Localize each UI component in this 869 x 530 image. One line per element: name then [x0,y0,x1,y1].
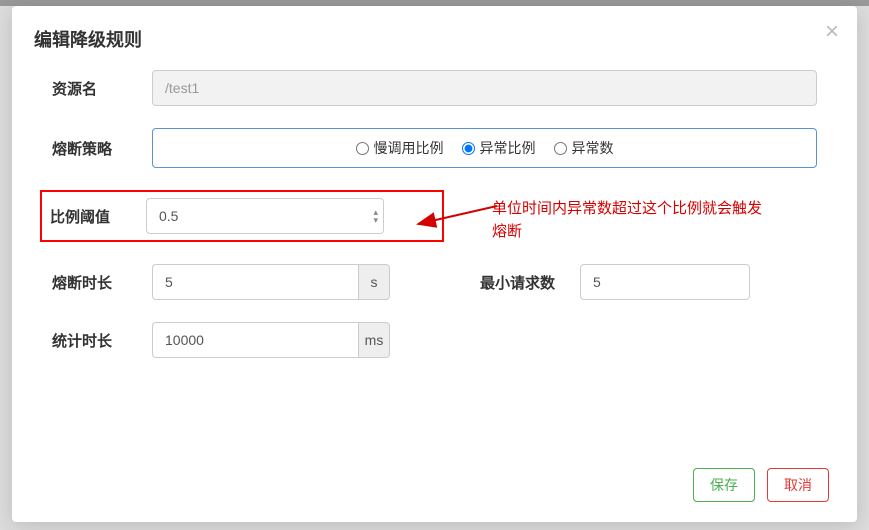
radio-ratio[interactable]: 异常比例 [462,138,536,158]
modal-title: 编辑降级规则 [34,26,835,52]
annotation-arrow [412,200,502,230]
row-strategy: 熔断策略 慢调用比例 异常比例 异常数 [52,128,817,168]
modal-footer: 保存 取消 [12,452,857,522]
resource-input[interactable] [152,70,817,106]
radio-slow-label: 慢调用比例 [374,138,444,158]
radio-count-label: 异常数 [572,138,614,158]
modal-header: 编辑降级规则 × [12,6,857,70]
stat-unit: ms [358,322,390,358]
threshold-label: 比例阈值 [50,206,146,227]
radio-slow-input[interactable] [356,142,369,155]
radio-count[interactable]: 异常数 [554,138,614,158]
row-threshold-highlight: 比例阈值 ▴▾ [40,190,444,242]
threshold-input[interactable] [146,198,384,234]
radio-count-input[interactable] [554,142,567,155]
radio-ratio-input[interactable] [462,142,475,155]
save-button[interactable]: 保存 [693,468,755,502]
strategy-label: 熔断策略 [52,138,152,159]
radio-ratio-label: 异常比例 [480,138,536,158]
row-resource: 资源名 [52,70,817,106]
row-duration-minreq: 熔断时长 s 最小请求数 [52,264,817,300]
edit-rule-modal: 编辑降级规则 × 资源名 熔断策略 慢调用比例 [12,6,857,522]
duration-input[interactable] [152,264,358,300]
modal-body: 资源名 熔断策略 慢调用比例 异常比例 [12,70,857,452]
duration-unit: s [358,264,390,300]
minreq-input[interactable] [580,264,750,300]
annotation-text: 单位时间内异常数超过这个比例就会触发熔断 [492,198,772,243]
stat-input[interactable] [152,322,358,358]
stat-label: 统计时长 [52,330,152,351]
minreq-label: 最小请求数 [480,272,580,293]
cancel-button[interactable]: 取消 [767,468,829,502]
close-icon[interactable]: × [825,20,839,44]
radio-slow[interactable]: 慢调用比例 [356,138,444,158]
spinner-icon[interactable]: ▴▾ [373,208,378,224]
strategy-radio-group: 慢调用比例 异常比例 异常数 [152,128,817,168]
row-stat: 统计时长 ms [52,322,817,358]
resource-label: 资源名 [52,78,152,99]
duration-label: 熔断时长 [52,272,152,293]
